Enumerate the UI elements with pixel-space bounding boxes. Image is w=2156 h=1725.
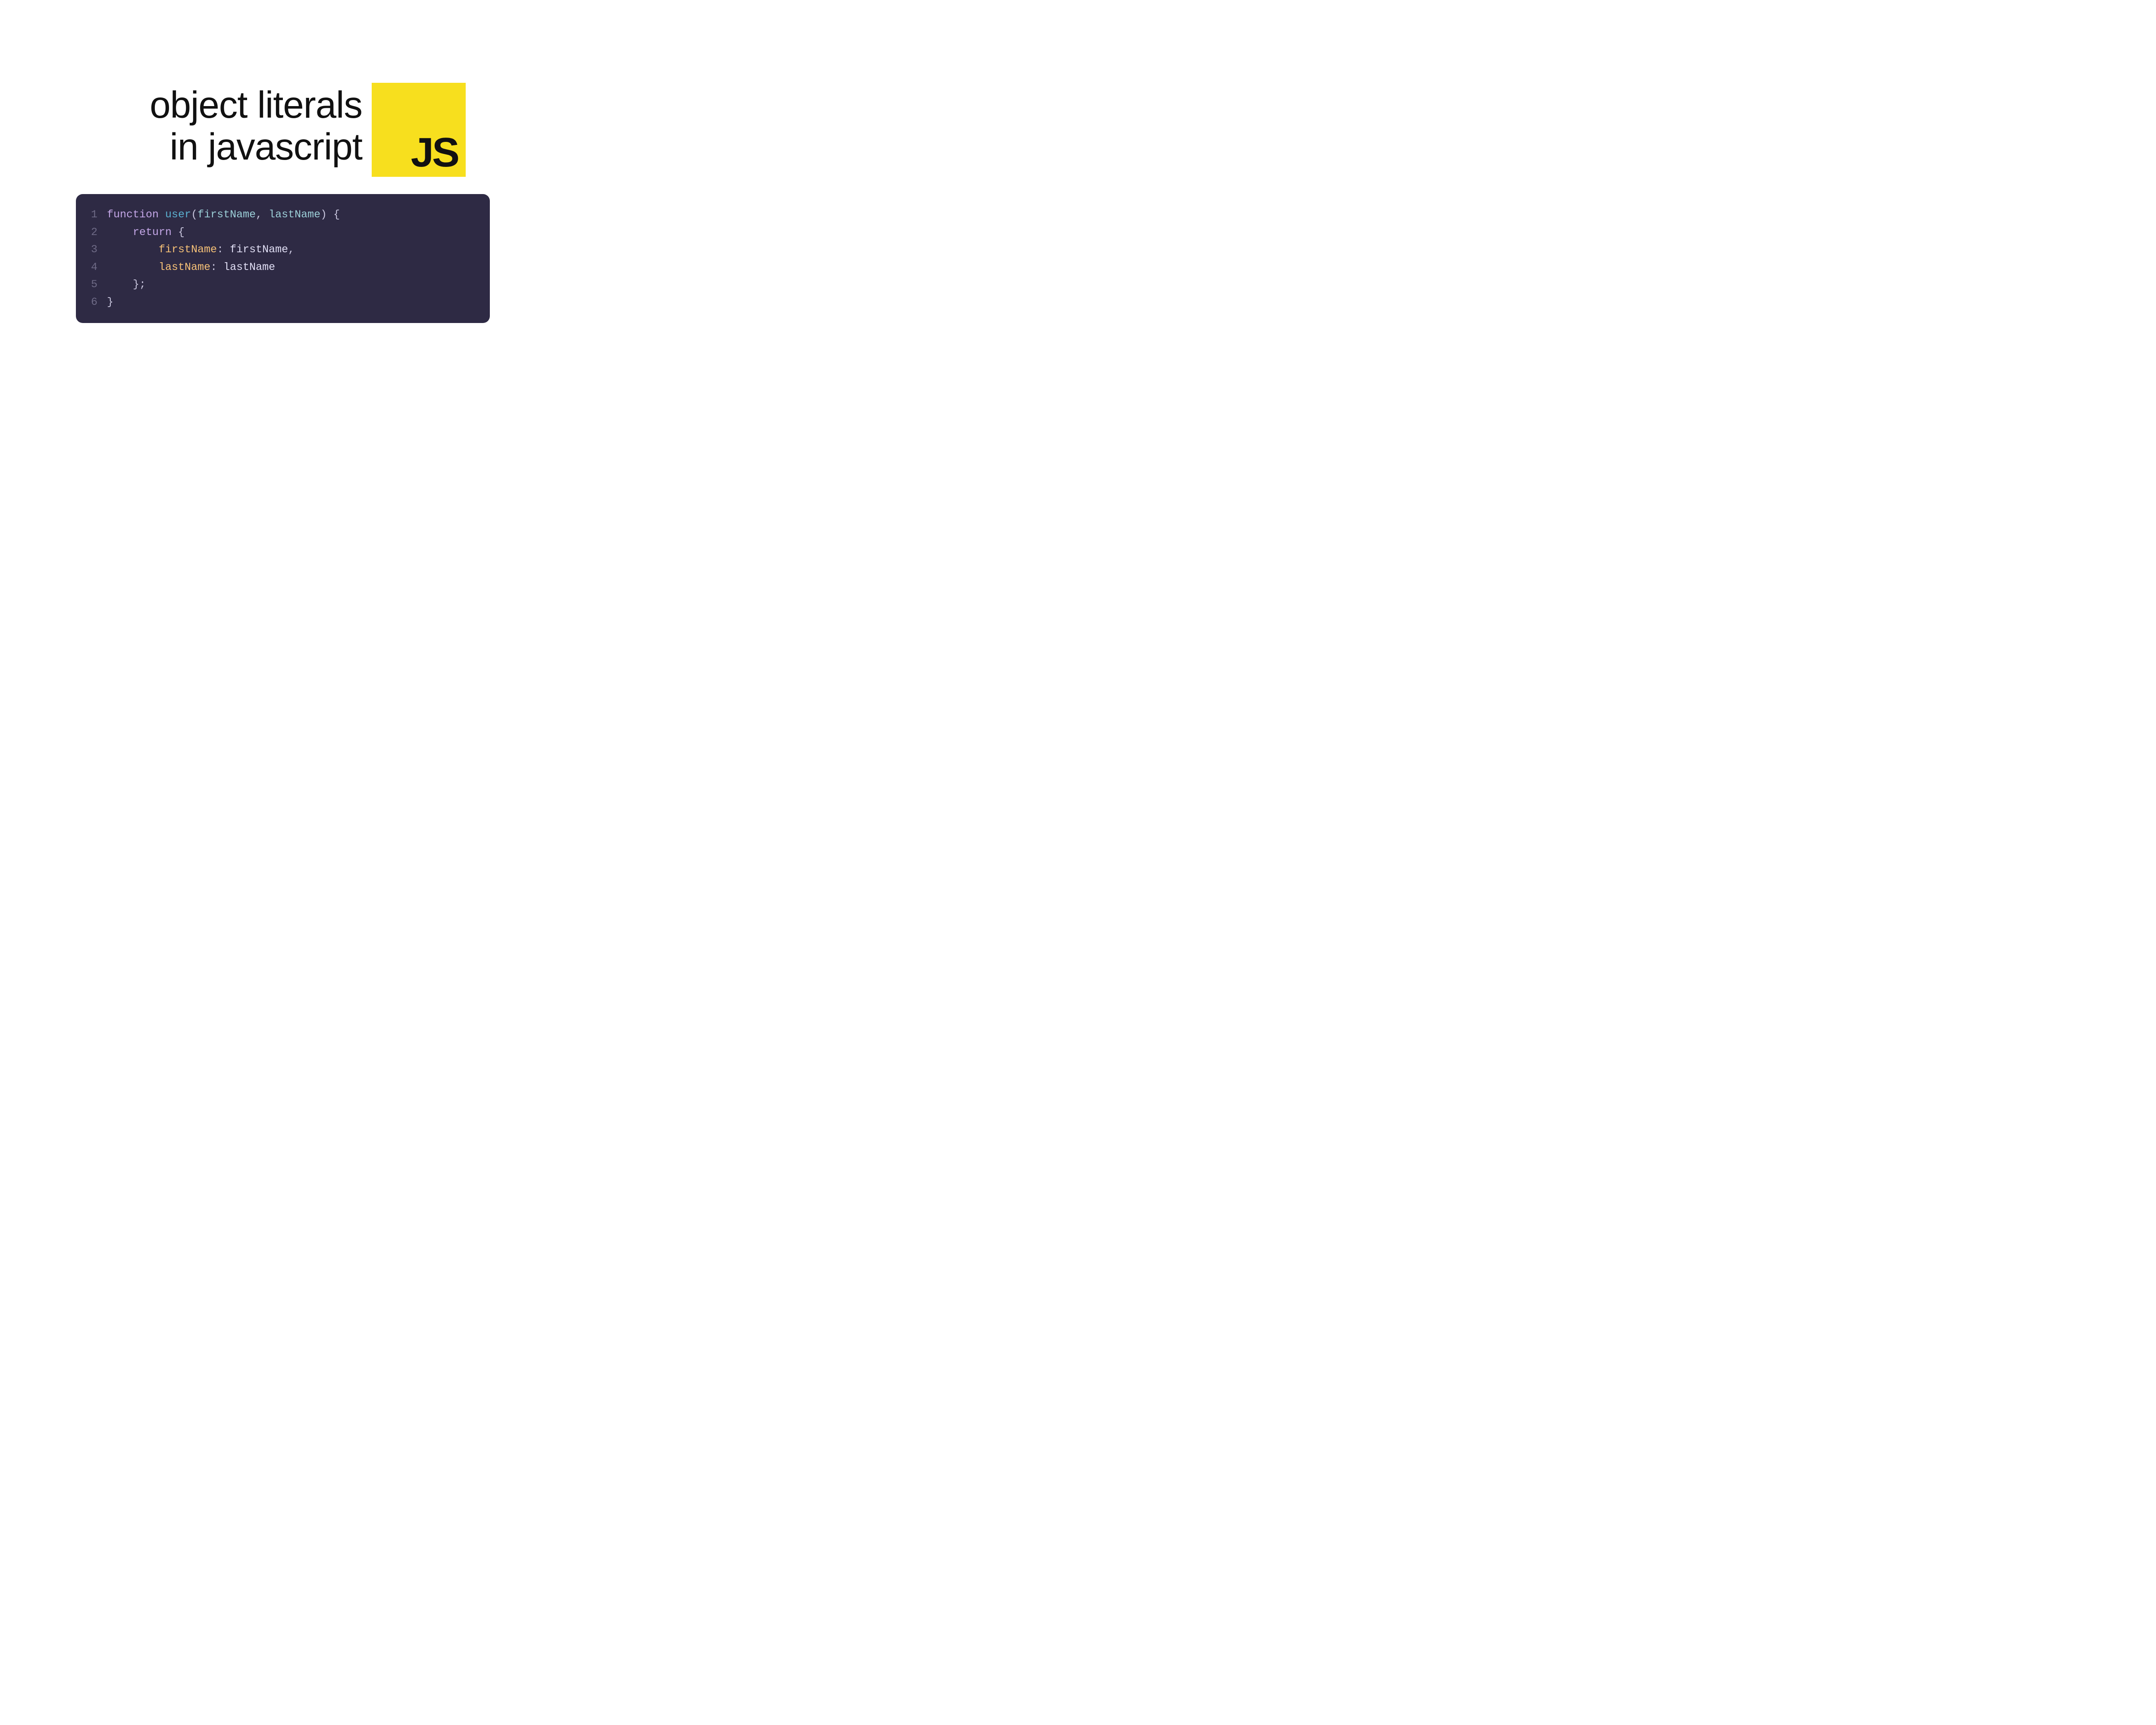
- code-content: lastName: lastName: [107, 259, 275, 276]
- code-content: };: [107, 276, 146, 294]
- title-line-1: object literals: [150, 84, 362, 126]
- code-content: }: [107, 294, 113, 311]
- code-line: 5 };: [85, 276, 476, 294]
- code-content: firstName: firstName,: [107, 241, 295, 259]
- line-number: 6: [85, 294, 107, 311]
- code-content: return {: [107, 224, 185, 242]
- js-logo-text: JS: [411, 132, 458, 173]
- line-number: 4: [85, 259, 107, 276]
- code-line: 4 lastName: lastName: [85, 259, 476, 276]
- line-number: 1: [85, 206, 107, 224]
- code-line: 2 return {: [85, 224, 476, 242]
- code-content: function user(firstName, lastName) {: [107, 206, 340, 224]
- code-block: 1function user(firstName, lastName) {2 r…: [76, 194, 490, 323]
- code-line: 3 firstName: firstName,: [85, 241, 476, 259]
- code-line: 1function user(firstName, lastName) {: [85, 206, 476, 224]
- line-number: 3: [85, 241, 107, 259]
- page-title: object literals in javascript: [65, 84, 362, 168]
- js-logo: JS: [372, 83, 466, 177]
- code-line: 6}: [85, 294, 476, 311]
- title-line-2: in javascript: [170, 126, 362, 168]
- line-number: 5: [85, 276, 107, 294]
- line-number: 2: [85, 224, 107, 242]
